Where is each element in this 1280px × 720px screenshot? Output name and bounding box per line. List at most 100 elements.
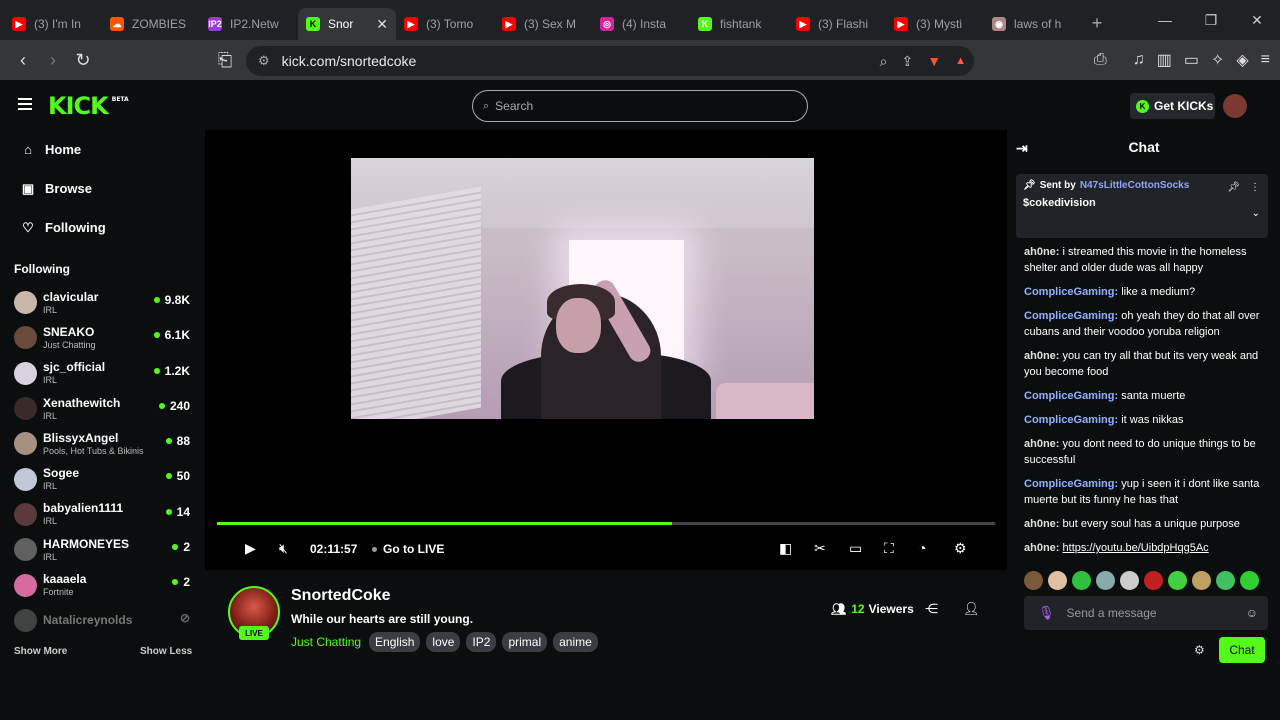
channel-name[interactable]: SnortedCoke bbox=[291, 587, 391, 605]
maximize-button[interactable]: ❐ bbox=[1188, 0, 1234, 40]
sidebar-item-home[interactable]: ⌂ Home bbox=[0, 130, 205, 169]
emote-icon[interactable] bbox=[1192, 571, 1211, 590]
sidebar-item-browse[interactable]: ▣ Browse bbox=[0, 169, 205, 208]
chat-username[interactable]: ah0ne bbox=[1024, 542, 1056, 554]
browser-tab[interactable]: ▶ (3) I'm In bbox=[4, 8, 102, 40]
emote-icon[interactable] bbox=[1168, 571, 1187, 590]
address-bar[interactable]: ⚙ kick.com/snortedcoke ⌕ ⇪ ▼ ▲ bbox=[246, 46, 974, 76]
pinned-sender[interactable]: N47sLittleCottonSocks bbox=[1080, 180, 1189, 191]
mic-icon[interactable]: 🎙︎ bbox=[1038, 605, 1055, 621]
following-channel[interactable]: Xenathewitch IRL 240 bbox=[14, 391, 194, 426]
browser-tab[interactable]: ▶ (3) Mysti bbox=[886, 8, 984, 40]
kick-logo[interactable]: KICK BETA bbox=[48, 92, 129, 120]
close-tab-icon[interactable]: ✕ bbox=[376, 16, 388, 33]
browser-tab[interactable]: Kfishtank bbox=[690, 8, 788, 40]
following-channel[interactable]: HARMONEYES IRL 2 bbox=[14, 532, 194, 567]
following-channel[interactable]: Sogee IRL 50 bbox=[14, 461, 194, 496]
close-window-button[interactable]: ✕ bbox=[1234, 0, 1280, 40]
emote-icon[interactable] bbox=[1240, 571, 1259, 590]
settings-gear-icon[interactable]: ⚙ bbox=[954, 540, 967, 557]
browser-tab[interactable]: ▶ (3) Flashi bbox=[788, 8, 886, 40]
emote-icon[interactable] bbox=[1096, 571, 1115, 590]
emote-icon[interactable] bbox=[1144, 571, 1163, 590]
following-channel[interactable]: Natalicreynolds ⊘ bbox=[14, 603, 194, 638]
sidebar-item-following[interactable]: ♡ Following bbox=[0, 208, 205, 247]
follow-icon[interactable]: 👤︎ bbox=[963, 601, 980, 617]
theater-mode-icon[interactable]: ▭ bbox=[849, 540, 862, 557]
speed-icon[interactable]: ◔ bbox=[918, 540, 926, 556]
leo-icon[interactable]: ✧ bbox=[1211, 50, 1224, 70]
share-icon[interactable]: ⇪ bbox=[902, 53, 914, 70]
following-channel[interactable]: SNEAKO Just Chatting 6.1K bbox=[14, 320, 194, 355]
chat-link[interactable]: https://youtu.be/UibdpHqg5Ac bbox=[1063, 542, 1209, 554]
collapse-chat-icon[interactable]: ⇥ bbox=[1016, 140, 1028, 157]
more-options-icon[interactable]: ⋮ bbox=[1250, 182, 1260, 193]
tag-ip2[interactable]: IP2 bbox=[466, 632, 497, 652]
pip-icon[interactable]: ◧ bbox=[779, 540, 792, 557]
browser-tab[interactable]: IP2 IP2.Netw bbox=[200, 8, 298, 40]
following-channel[interactable]: babyalien1111 IRL 14 bbox=[14, 497, 194, 532]
chat-username[interactable]: ah0ne bbox=[1024, 438, 1056, 450]
browser-tab[interactable]: ◎ (4) Insta bbox=[592, 8, 690, 40]
tag-primal[interactable]: primal bbox=[502, 632, 548, 652]
media-icon[interactable]: ♫ bbox=[1133, 51, 1145, 69]
tag-english[interactable]: English bbox=[369, 632, 421, 652]
reader-icon[interactable]: ⎙ bbox=[1094, 51, 1107, 69]
play-button[interactable]: ▶ bbox=[245, 540, 256, 557]
following-channel[interactable]: kaaaela Fortnite 2 bbox=[14, 567, 194, 602]
tag-love[interactable]: love bbox=[426, 632, 461, 652]
chat-username[interactable]: ah0ne bbox=[1024, 518, 1056, 530]
menu-icon[interactable]: ≡ bbox=[1261, 51, 1270, 69]
user-avatar[interactable] bbox=[1223, 94, 1247, 118]
minimize-button[interactable]: — bbox=[1142, 0, 1188, 40]
show-less-button[interactable]: Show Less bbox=[140, 646, 192, 657]
fullscreen-icon[interactable]: ⛶ bbox=[884, 540, 894, 557]
bookmark-icon[interactable]: ⎗ bbox=[210, 45, 240, 75]
category-link[interactable]: Just Chatting bbox=[291, 635, 361, 649]
reload-button[interactable]: ↻ bbox=[68, 45, 98, 75]
vpn-icon[interactable]: ◈ bbox=[1236, 50, 1248, 70]
forward-button[interactable]: › bbox=[38, 45, 68, 75]
unpin-icon[interactable]: 📌︎ bbox=[1227, 182, 1240, 193]
browser-tab[interactable]: ▶ (3) Tomo bbox=[396, 8, 494, 40]
search-input[interactable]: ⌕ Search bbox=[472, 90, 808, 122]
chat-username[interactable]: CompliceGaming bbox=[1024, 286, 1114, 298]
pinned-message[interactable]: 📌︎ Sent by N47sLittleCottonSocks $cokedivi… bbox=[1016, 174, 1268, 238]
chevron-down-icon[interactable]: ⌄ bbox=[1252, 208, 1260, 219]
zoom-icon[interactable]: ⌕ bbox=[880, 53, 888, 70]
mute-icon[interactable]: 🔇︎ bbox=[279, 540, 288, 557]
browser-tab[interactable]: K Snor ✕ bbox=[298, 8, 396, 40]
show-more-button[interactable]: Show More bbox=[14, 646, 67, 657]
brave-rewards-icon[interactable]: ▲ bbox=[955, 55, 966, 67]
emote-icon[interactable] bbox=[1072, 571, 1091, 590]
emote-icon[interactable] bbox=[1048, 571, 1067, 590]
get-kicks-button[interactable]: K Get KICKs bbox=[1130, 93, 1215, 119]
following-channel[interactable]: BlissyxAngel Pools, Hot Tubs & Bikinis 88 bbox=[14, 426, 194, 461]
emoji-icon[interactable]: ☺ bbox=[1246, 606, 1258, 620]
send-chat-button[interactable]: Chat bbox=[1219, 637, 1265, 663]
chat-username[interactable]: CompliceGaming bbox=[1024, 478, 1114, 490]
chat-username[interactable]: CompliceGaming bbox=[1024, 414, 1114, 426]
sidebar-icon[interactable]: ▥ bbox=[1157, 50, 1172, 70]
brave-shield-icon[interactable]: ▼ bbox=[927, 53, 941, 69]
video-player[interactable]: ▶ 🔇︎ 02:11:57 Go to LIVE ◧ ✂ ▭ ⛶ ◔ ⚙ bbox=[205, 130, 1007, 570]
chat-username[interactable]: ah0ne bbox=[1024, 350, 1056, 362]
seek-bar[interactable] bbox=[217, 522, 995, 525]
wallet-icon[interactable]: ▭ bbox=[1184, 50, 1199, 70]
browser-tab[interactable]: ☁ ZOMBIES bbox=[102, 8, 200, 40]
browser-tab[interactable]: ▶ (3) Sex M bbox=[494, 8, 592, 40]
chat-username[interactable]: CompliceGaming bbox=[1024, 390, 1114, 402]
chat-input[interactable]: 🎙︎ Send a message ☺ bbox=[1024, 596, 1268, 630]
emote-icon[interactable] bbox=[1024, 571, 1043, 590]
new-tab-button[interactable]: + bbox=[1082, 13, 1112, 34]
hamburger-menu-icon[interactable] bbox=[18, 98, 32, 110]
following-channel[interactable]: clavicular IRL 9.8K bbox=[14, 285, 194, 320]
browser-tab[interactable]: ◉ laws of h bbox=[984, 8, 1082, 40]
chat-username[interactable]: CompliceGaming bbox=[1024, 310, 1114, 322]
chat-username[interactable]: ah0ne bbox=[1024, 246, 1056, 258]
site-info-icon[interactable]: ⚙ bbox=[258, 53, 270, 69]
clip-icon[interactable]: ✂ bbox=[814, 540, 826, 557]
video-frame[interactable] bbox=[351, 158, 814, 419]
share-icon[interactable]: ⋲ bbox=[925, 601, 938, 617]
go-to-live-button[interactable]: Go to LIVE bbox=[372, 542, 444, 556]
